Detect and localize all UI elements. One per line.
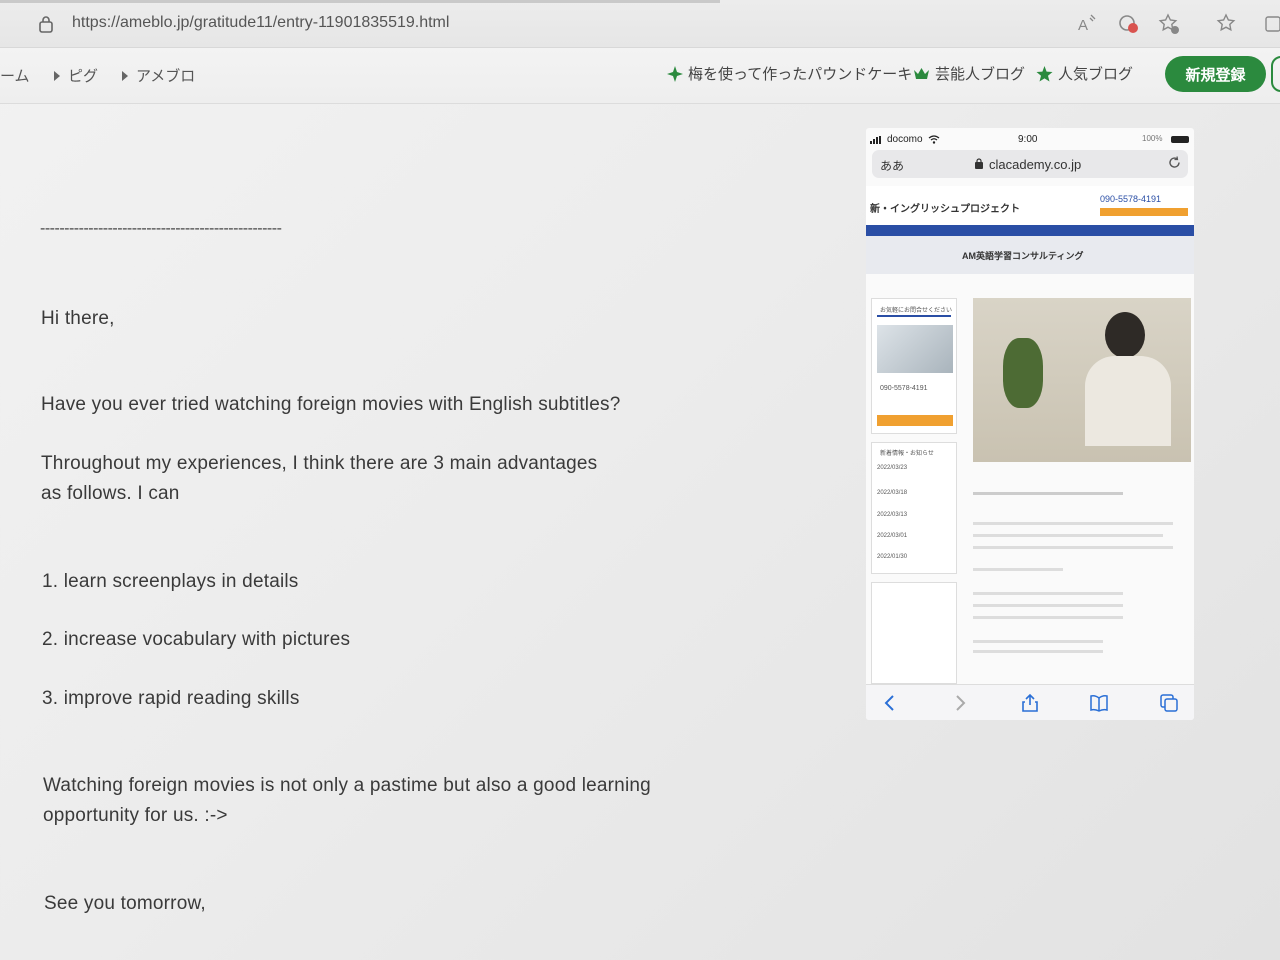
phone-screenshot-image: docomo 9:00 100% ああ clacademy.co.jp 新・イン… [866,128,1194,720]
nav-link-celebrity-label: 芸能人ブログ [935,66,1026,83]
person-photo [1085,356,1171,446]
news-date: 2022/03/13 [877,512,908,518]
login-button-edge[interactable] [1271,56,1280,92]
phone-status-bar: docomo 9:00 100% [866,132,1194,148]
nav-home[interactable]: ーム [0,65,30,86]
nav-ameblo-label: アメブロ [136,68,196,85]
phone-heading-band: AM英語学習コンサルティング [866,236,1194,274]
phone-url-bar: ああ clacademy.co.jp [872,150,1188,178]
phone-orange-button [1100,208,1188,216]
reload-icon [1169,156,1180,168]
triangle-right-icon [122,70,128,81]
greeting-text: Hi there, [41,308,115,329]
divider-text: ----------------------------------------… [40,220,282,237]
phone-page-heading: AM英語学習コンサルティング [962,251,1084,261]
list-item: 3. improve rapid reading skills [42,688,300,709]
consultant-photo [973,298,1191,462]
tab-strip-edge [0,0,720,3]
news-date: 2022/01/30 [877,554,908,560]
nav-ameblo[interactable]: アメブロ [122,65,195,86]
nav-pigg-label: ピグ [68,68,99,85]
news-date: 2022/03/18 [877,490,908,496]
phone-contact-number: 090-5578-4191 [880,385,928,392]
intro-line-2: as follows. I can [41,483,180,504]
signoff-text: See you tomorrow, [44,893,206,914]
bookmarks-icon [1090,695,1108,712]
nav-link-cake[interactable]: 梅を使って作ったパウンドケーキ [667,63,912,84]
phone-contact-heading: お気軽にお問合せください [880,308,953,314]
add-favorite-icon[interactable] [1157,12,1181,36]
share-icon [1022,693,1038,712]
phone-nav-strip [866,225,1194,236]
news-date: 2022/03/01 [877,533,908,539]
signal-icon [870,136,881,144]
closing-line-2: opportunity for us. :-> [43,805,228,826]
nav-pigg[interactable]: ピグ [54,65,98,86]
plant-photo [1003,338,1043,408]
svg-text:A: A [1078,17,1088,34]
read-aloud-icon[interactable]: A [1075,12,1099,36]
clock-label: 9:00 [1018,134,1038,145]
signup-button[interactable]: 新規登録 [1165,56,1266,92]
triangle-right-icon [54,70,60,81]
favorites-icon[interactable] [1214,12,1238,36]
phone-news-box: 新着情報・お知らせ 2022/03/23 2022/03/18 2022/03/… [871,442,957,574]
question-text: Have you ever tried watching foreign mov… [41,394,621,415]
phone-header-number: 090-5578-4191 [1100,194,1162,204]
text-size-label: ああ [880,159,905,173]
phone-toolbar [866,684,1194,720]
news-date: 2022/03/23 [877,465,908,471]
phone-article-text [973,488,1191,678]
intro-line-1: Throughout my experiences, I think there… [41,453,598,474]
article-body: ----------------------------------------… [0,104,860,960]
nav-link-cake-label: 梅を使って作ったパウンドケーキ [688,66,913,83]
ameba-nav-bar: ーム ピグ アメブロ 梅を使って作ったパウンドケーキ 芸能人ブログ 人気ブログ … [0,48,1280,104]
url-field[interactable]: https://ameblo.jp/gratitude11/entry-1190… [72,14,449,32]
phone-site-header: 新・イングリッシュプロジェクト 090-5578-4191 [866,186,1194,226]
star-icon [1036,65,1053,81]
phone-menu-box [871,582,957,684]
divider [877,315,951,317]
sparkle-icon [667,65,683,82]
battery-icon [1171,136,1189,143]
wifi-icon [928,135,940,144]
address-bar: https://ameblo.jp/gratitude11/entry-1190… [0,0,1280,48]
nav-home-label: ーム [0,68,30,85]
phone-contact-box: お気軽にお問合せください 090-5578-4191 [871,298,957,434]
carrier-label: docomo [887,134,923,145]
tabs-icon [1160,694,1178,712]
forward-icon [956,695,966,711]
crown-icon [914,68,929,79]
collections-icon[interactable] [1262,12,1280,36]
nav-link-popular-label: 人気ブログ [1058,66,1134,83]
laptop-photo [877,325,953,373]
list-item: 1. learn screenplays in details [42,571,299,592]
phone-news-heading: 新着情報・お知らせ [880,451,934,457]
back-icon [884,695,894,711]
nav-link-celebrity[interactable]: 芸能人ブログ [913,63,1025,84]
tracking-blocked-icon[interactable] [1116,12,1140,36]
lock-icon [975,158,983,169]
battery-percent: 100% [1142,134,1163,143]
list-item: 2. increase vocabulary with pictures [42,629,351,650]
nav-link-popular[interactable]: 人気ブログ [1036,63,1133,84]
phone-site-title: 新・イングリッシュプロジェクト [870,204,1020,215]
person-photo [1105,312,1145,358]
closing-line-1: Watching foreign movies is not only a pa… [43,775,651,796]
lock-icon [39,16,53,33]
phone-domain-label: clacademy.co.jp [989,157,1082,172]
phone-contact-form-button [877,415,953,426]
